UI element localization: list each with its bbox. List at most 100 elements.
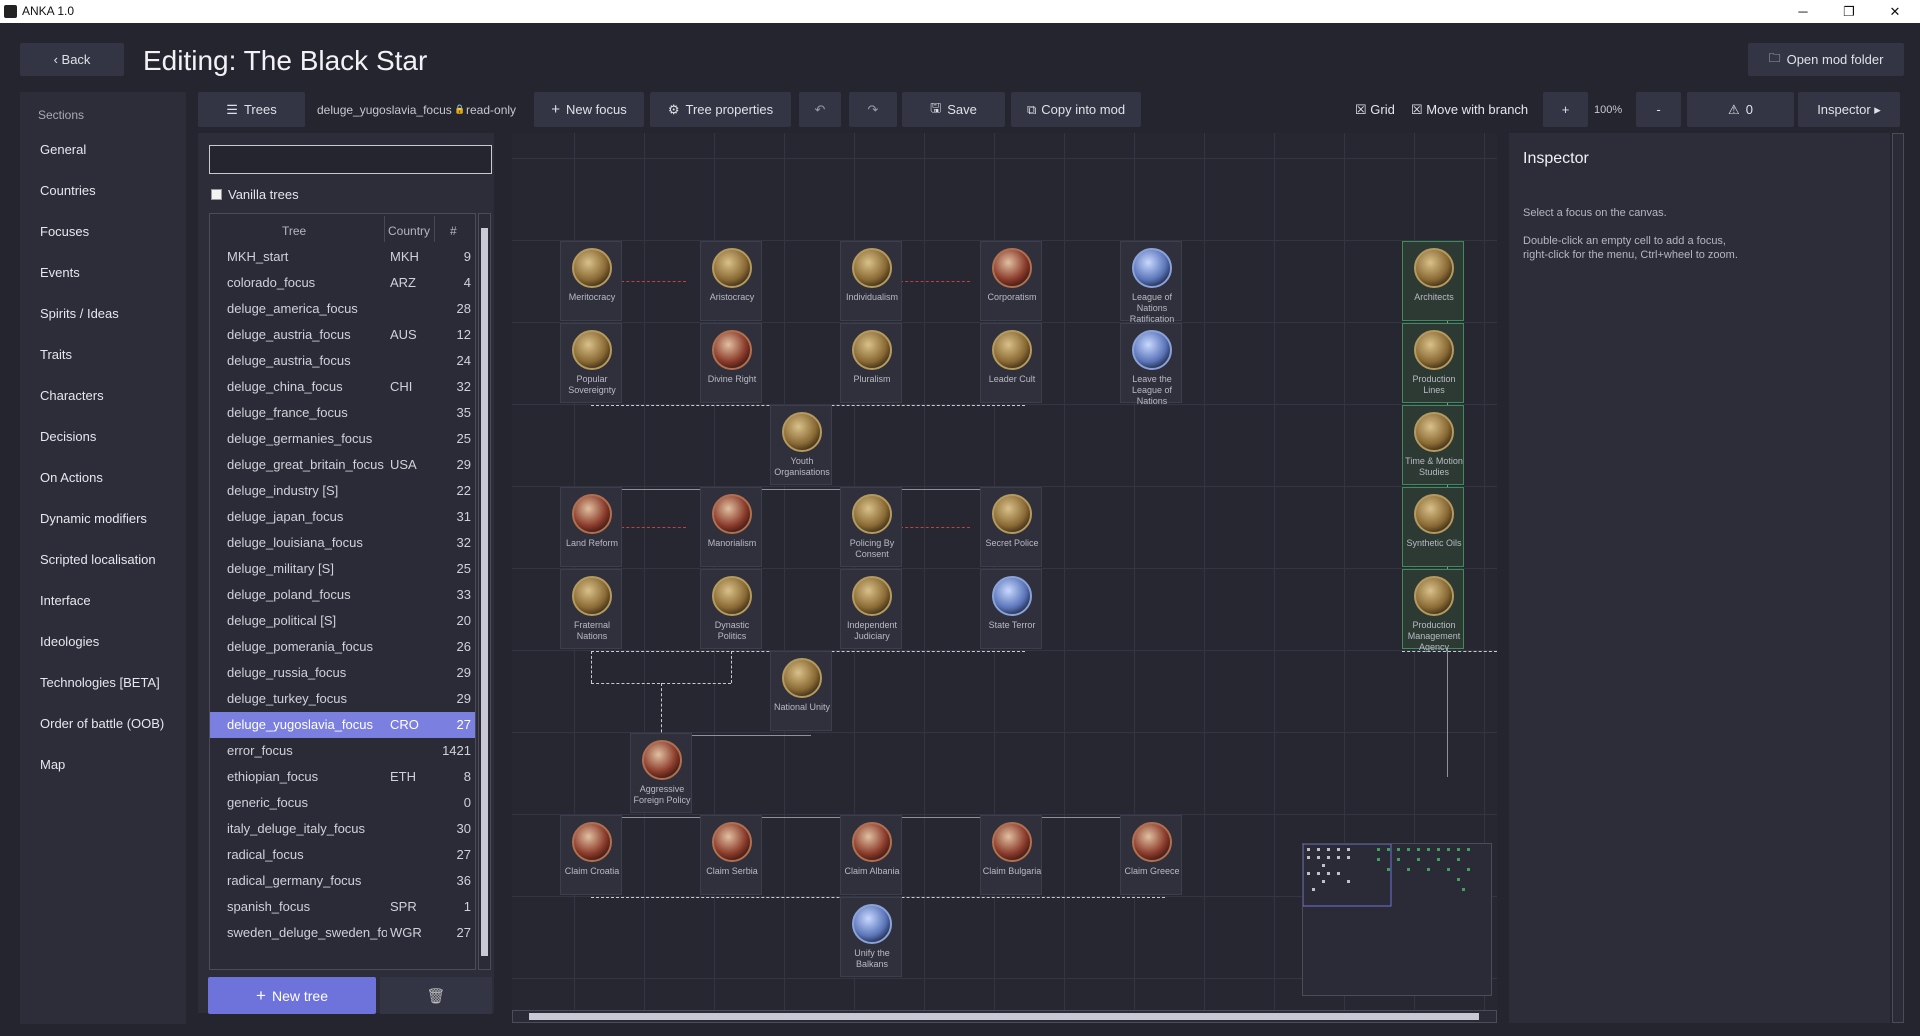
new-tree-button[interactable]: + New tree — [208, 977, 376, 1014]
tree-search-input[interactable] — [209, 145, 492, 174]
tree-row[interactable]: MKH_start MKH 9 — [210, 244, 475, 270]
focus-node-league-ratification[interactable]: League of Nations Ratification — [1120, 241, 1182, 324]
column-header-count[interactable]: # — [450, 224, 457, 238]
column-header-country[interactable]: Country — [388, 224, 432, 238]
delete-tree-button[interactable]: 🗑 — [380, 977, 492, 1014]
column-divider[interactable] — [434, 216, 435, 242]
focus-node-manorialism[interactable]: Manorialism — [700, 487, 762, 567]
sidebar-item-dynamic-modifiers[interactable]: Dynamic modifiers — [40, 511, 147, 526]
focus-node-policing-by-consent[interactable]: Policing By Consent — [840, 487, 902, 567]
tree-row[interactable]: deluge_japan_focus 31 — [210, 504, 475, 530]
minimize-button[interactable]: ─ — [1780, 0, 1826, 23]
save-button[interactable]: 🖫 Save — [902, 92, 1005, 127]
tree-row[interactable]: ethiopian_focus ETH 8 — [210, 764, 475, 790]
sidebar-item-oob[interactable]: Order of battle (OOB) — [40, 716, 164, 731]
tree-row[interactable]: deluge_poland_focus 33 — [210, 582, 475, 608]
focus-node-popular-sovereignty[interactable]: Popular Sovereignty — [560, 323, 622, 403]
trees-toggle-button[interactable]: ☰ Trees — [198, 92, 305, 127]
focus-node-architects[interactable]: Architects — [1402, 241, 1464, 321]
focus-node-state-terror[interactable]: State Terror — [980, 569, 1042, 649]
sidebar-item-spirits[interactable]: Spirits / Ideas — [40, 306, 119, 321]
tree-list-scrollbar[interactable] — [478, 213, 491, 970]
tree-row[interactable]: deluge_military [S] 25 — [210, 556, 475, 582]
sidebar-item-ideologies[interactable]: Ideologies — [40, 634, 99, 649]
tree-row[interactable]: radical_focus 27 — [210, 842, 475, 868]
sidebar-item-countries[interactable]: Countries — [40, 183, 96, 198]
open-mod-folder-button[interactable]: 🗀 Open mod folder — [1748, 43, 1904, 76]
grid-checkbox[interactable]: ☒ Grid — [1355, 102, 1395, 118]
sidebar-item-general[interactable]: General — [40, 142, 86, 157]
scrollbar-thumb[interactable] — [481, 228, 488, 956]
tree-row[interactable]: deluge_france_focus 35 — [210, 400, 475, 426]
tree-row[interactable]: deluge_austria_focus AUS 12 — [210, 322, 475, 348]
focus-node-dynastic-politics[interactable]: Dynastic Politics — [700, 569, 762, 649]
tree-row[interactable]: deluge_political [S] 20 — [210, 608, 475, 634]
maximize-button[interactable]: ❐ — [1826, 0, 1872, 23]
tree-row[interactable]: deluge_pomerania_focus 26 — [210, 634, 475, 660]
focus-node-claim-bulgaria[interactable]: Claim Bulgaria — [980, 815, 1042, 895]
focus-node-independent-judiciary[interactable]: Independent Judiciary — [840, 569, 902, 649]
focus-node-corporatism[interactable]: Corporatism — [980, 241, 1042, 321]
sidebar-item-scripted-localisation[interactable]: Scripted localisation — [40, 552, 156, 567]
focus-node-leave-league[interactable]: Leave the League of Nations — [1120, 323, 1182, 406]
tree-row[interactable]: deluge_yugoslavia_focus CRO 27 — [210, 712, 475, 738]
tree-row[interactable]: deluge_russia_focus 29 — [210, 660, 475, 686]
tree-row[interactable]: deluge_industry [S] 22 — [210, 478, 475, 504]
column-divider[interactable] — [384, 216, 385, 242]
tree-row[interactable]: deluge_turkey_focus 29 — [210, 686, 475, 712]
canvas-minimap[interactable] — [1302, 843, 1492, 996]
tree-row[interactable]: error_focus 1421 — [210, 738, 475, 764]
focus-node-synthetic-oils[interactable]: Synthetic Oils — [1402, 487, 1464, 567]
focus-node-claim-greece[interactable]: Claim Greece — [1120, 815, 1182, 895]
focus-node-production-lines[interactable]: Production Lines — [1402, 323, 1464, 403]
sidebar-item-map[interactable]: Map — [40, 757, 65, 772]
sidebar-item-interface[interactable]: Interface — [40, 593, 91, 608]
focus-node-leader-cult[interactable]: Leader Cult — [980, 323, 1042, 403]
focus-node-land-reform[interactable]: Land Reform — [560, 487, 622, 567]
sidebar-item-decisions[interactable]: Decisions — [40, 429, 96, 444]
vanilla-trees-checkbox[interactable]: Vanilla trees — [211, 187, 299, 202]
back-button[interactable]: ‹ Back — [20, 43, 124, 76]
focus-node-individualism[interactable]: Individualism — [840, 241, 902, 321]
tree-row[interactable]: deluge_austria_focus 24 — [210, 348, 475, 374]
focus-node-fraternal-nations[interactable]: Fraternal Nations — [560, 569, 622, 649]
tree-row[interactable]: spanish_focus SPR 1 — [210, 894, 475, 920]
tree-row[interactable]: deluge_louisiana_focus 32 — [210, 530, 475, 556]
column-header-tree[interactable]: Tree — [282, 224, 306, 238]
inspector-toggle-button[interactable]: Inspector ▸ — [1798, 92, 1900, 127]
close-button[interactable]: ✕ — [1872, 0, 1918, 23]
tree-row[interactable]: colorado_focus ARZ 4 — [210, 270, 475, 296]
tree-row[interactable]: radical_germany_focus 36 — [210, 868, 475, 894]
new-focus-button[interactable]: + New focus — [534, 92, 644, 127]
tree-row[interactable]: sweden_deluge_sweden_focusWGR 27 — [210, 920, 475, 946]
focus-node-youth-organisations[interactable]: Youth Organisations — [770, 405, 832, 485]
tree-properties-button[interactable]: ⚙ Tree properties — [650, 92, 791, 127]
focus-node-claim-serbia[interactable]: Claim Serbia — [700, 815, 762, 895]
focus-node-production-management[interactable]: Production Management Agency — [1402, 569, 1464, 652]
sidebar-item-technologies[interactable]: Technologies [BETA] — [40, 675, 160, 690]
tree-row[interactable]: deluge_germanies_focus 25 — [210, 426, 475, 452]
scrollbar-thumb[interactable] — [529, 1013, 1479, 1020]
sidebar-item-traits[interactable]: Traits — [40, 347, 72, 362]
focus-node-meritocracy[interactable]: Meritocracy — [560, 241, 622, 321]
warnings-button[interactable]: ⚠ 0 — [1687, 92, 1794, 127]
focus-node-time-motion[interactable]: Time & Motion Studies — [1402, 405, 1464, 485]
zoom-in-button[interactable]: + — [1543, 92, 1588, 127]
copy-into-mod-button[interactable]: ⧉ Copy into mod — [1011, 92, 1141, 127]
tree-row[interactable]: italy_deluge_italy_focus 30 — [210, 816, 475, 842]
focus-node-secret-police[interactable]: Secret Police — [980, 487, 1042, 567]
focus-node-divine-right[interactable]: Divine Right — [700, 323, 762, 403]
tree-row[interactable]: deluge_america_focus 28 — [210, 296, 475, 322]
tree-row[interactable]: generic_focus 0 — [210, 790, 475, 816]
sidebar-item-focuses[interactable]: Focuses — [40, 224, 89, 239]
canvas-horizontal-scrollbar[interactable] — [512, 1010, 1497, 1023]
inspector-scrollbar[interactable] — [1892, 133, 1904, 1023]
sidebar-item-characters[interactable]: Characters — [40, 388, 104, 403]
focus-node-claim-croatia[interactable]: Claim Croatia — [560, 815, 622, 895]
tree-row[interactable]: deluge_china_focus CHI 32 — [210, 374, 475, 400]
move-with-branch-checkbox[interactable]: ☒ Move with branch — [1411, 102, 1528, 118]
redo-button[interactable]: ↷ — [849, 92, 897, 127]
focus-node-unify-balkans[interactable]: Unify the Balkans — [840, 897, 902, 977]
undo-button[interactable]: ↶ — [799, 92, 841, 127]
focus-node-national-unity[interactable]: National Unity — [770, 651, 832, 731]
